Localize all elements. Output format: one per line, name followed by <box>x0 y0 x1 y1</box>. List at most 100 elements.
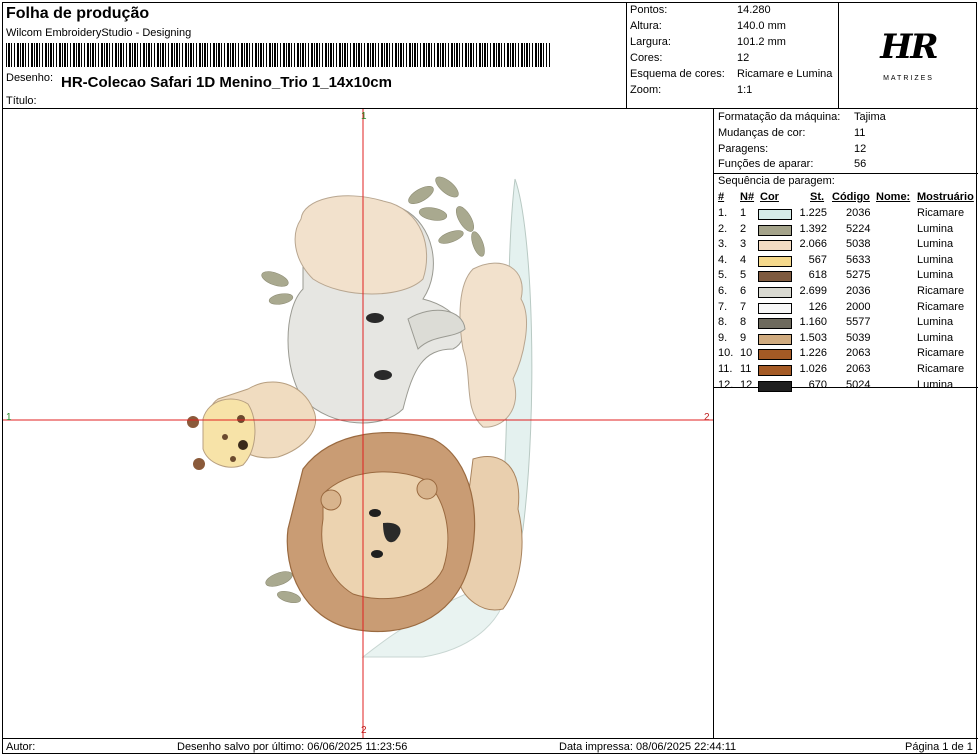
design-name: HR-Colecao Safari 1D Menino_Trio 1_14x10… <box>61 74 392 91</box>
row-chart: Lumina <box>917 253 954 266</box>
row-code: 5038 <box>846 238 871 251</box>
row-stop-number: 6 <box>740 285 747 297</box>
row-code: 5024 <box>846 378 871 391</box>
table-row: 3. 3 2.066 5038 Lumina <box>714 238 978 254</box>
row-code: 5275 <box>846 269 871 282</box>
table-row: 5. 5 618 5275 Lumina <box>714 269 978 285</box>
stops: Paragens: 12 <box>718 143 974 158</box>
row-index: 8. <box>718 316 728 329</box>
header-num: # <box>718 191 725 203</box>
author-label: Autor: <box>6 741 36 753</box>
row-chart: Ricamare <box>917 207 965 219</box>
axis-label-bottom: 2 <box>361 725 367 736</box>
row-code: 2036 <box>846 207 871 219</box>
info-value: 14.280 <box>737 4 771 16</box>
table-row: 7. 7 126 2000 Ricamare <box>714 301 978 317</box>
header-stitches: St. <box>810 191 825 203</box>
barcode <box>6 43 550 67</box>
row-stitches: 670 <box>808 378 827 391</box>
info-label: Altura: <box>630 20 662 32</box>
row-stitches: 1.226 <box>799 347 827 360</box>
footer: Autor: Desenho salvo por último: 06/06/2… <box>3 738 978 755</box>
row-index: 10. <box>718 347 734 360</box>
row-code: 5039 <box>846 331 871 344</box>
header-code: Código <box>832 191 870 203</box>
header-name: Nome: <box>876 191 911 203</box>
info-stitches: Pontos: 14.280 <box>630 4 836 19</box>
row-chart: Lumina <box>917 316 954 329</box>
row-code: 5577 <box>846 316 871 329</box>
axis-label-left: 1 <box>6 412 12 423</box>
row-stop-number: 3 <box>740 238 747 251</box>
row-stop-number: 7 <box>740 300 747 313</box>
machine-format: Formatação da máquina: Tajima <box>718 111 974 126</box>
row-stop-number: 4 <box>740 253 747 266</box>
lion <box>286 431 523 633</box>
row-stop-number: 8 <box>740 316 747 329</box>
stop-sequence-title: Sequência de paragem: <box>718 175 835 187</box>
color-swatch <box>758 271 792 283</box>
logo-panel: HR MATRIZES <box>839 3 978 109</box>
color-swatch <box>758 240 792 252</box>
row-stitches: 1.225 <box>799 207 827 219</box>
row-code: 2000 <box>846 300 871 313</box>
header-design-panel: Folha de produção Wilcom EmbroideryStudi… <box>3 3 627 109</box>
color-swatch <box>758 255 792 267</box>
row-stop-number: 11 <box>740 363 752 375</box>
table-row: 6. 6 2.699 2036 Ricamare <box>714 285 978 301</box>
software-name: Wilcom EmbroideryStudio - Designing <box>6 27 192 39</box>
row-stitches: 1.503 <box>799 331 827 344</box>
row-stop-number: 5 <box>740 269 747 282</box>
table-row: 8. 8 1.160 5577 Lumina <box>714 316 978 332</box>
machine-label: Mudanças de cor: <box>718 127 806 139</box>
row-index: 6. <box>718 285 728 297</box>
row-index: 9. <box>718 331 728 344</box>
row-stitches: 2.066 <box>799 238 827 251</box>
row-chart: Ricamare <box>917 300 965 313</box>
table-row: 1. 1 1.225 2036 Ricamare <box>714 207 978 223</box>
logo-mark: HR <box>880 27 938 67</box>
table-row: 9. 9 1.503 5039 Lumina <box>714 332 978 348</box>
machine-value: 12 <box>854 143 867 155</box>
row-stitches: 1.392 <box>799 222 827 235</box>
info-label: Pontos: <box>630 4 668 16</box>
color-swatch <box>758 302 792 314</box>
info-label: Esquema de cores: <box>630 68 725 80</box>
info-value: 1:1 <box>737 84 753 96</box>
row-chart: Ricamare <box>917 347 965 360</box>
row-chart: Lumina <box>917 269 954 282</box>
header-chart: Mostruário <box>917 191 974 203</box>
color-swatch <box>758 318 792 330</box>
row-stitches: 126 <box>808 300 827 313</box>
row-index: 4. <box>718 253 728 266</box>
row-stop-number: 1 <box>740 207 747 219</box>
machine-label: Paragens: <box>718 143 769 155</box>
axis-label-top: 1 <box>361 111 367 122</box>
machine-value: 56 <box>854 158 867 170</box>
row-stitches: 1.160 <box>799 316 827 329</box>
info-value: 12 <box>737 52 750 64</box>
row-stitches: 1.026 <box>799 363 827 375</box>
machine-label: Funções de aparar: <box>718 158 814 170</box>
color-swatch <box>758 349 792 361</box>
design-preview: 1 1 2 2 <box>3 109 714 738</box>
header-info-panel: Pontos: 14.280 Altura: 140.0 mm Largura: 10… <box>627 3 839 109</box>
info-value: Ricamare e Lumina <box>737 68 833 80</box>
giraffe <box>187 381 316 470</box>
row-chart: Lumina <box>917 222 954 235</box>
color-changes: Mudanças de cor: 11 <box>718 127 974 142</box>
table-row: 10. 10 1.226 2063 Ricamare <box>714 347 978 363</box>
color-swatch <box>758 365 792 376</box>
row-code: 2063 <box>846 347 871 360</box>
row-code: 2063 <box>846 363 871 375</box>
row-index: 7. <box>718 300 728 313</box>
stop-sequence-table: Sequência de paragem: # N# Cor St. Códig… <box>714 173 978 392</box>
trim-functions: Funções de aparar: 56 <box>718 158 974 173</box>
production-sheet: Folha de produção Wilcom EmbroideryStudi… <box>2 2 978 755</box>
color-swatch <box>758 287 792 298</box>
row-code: 2036 <box>846 285 871 297</box>
logo-subtitle: MATRIZES <box>883 75 934 82</box>
info-colors: Cores: 12 <box>630 52 836 67</box>
row-code: 5633 <box>846 253 871 266</box>
machine-value: Tajima <box>854 111 886 123</box>
